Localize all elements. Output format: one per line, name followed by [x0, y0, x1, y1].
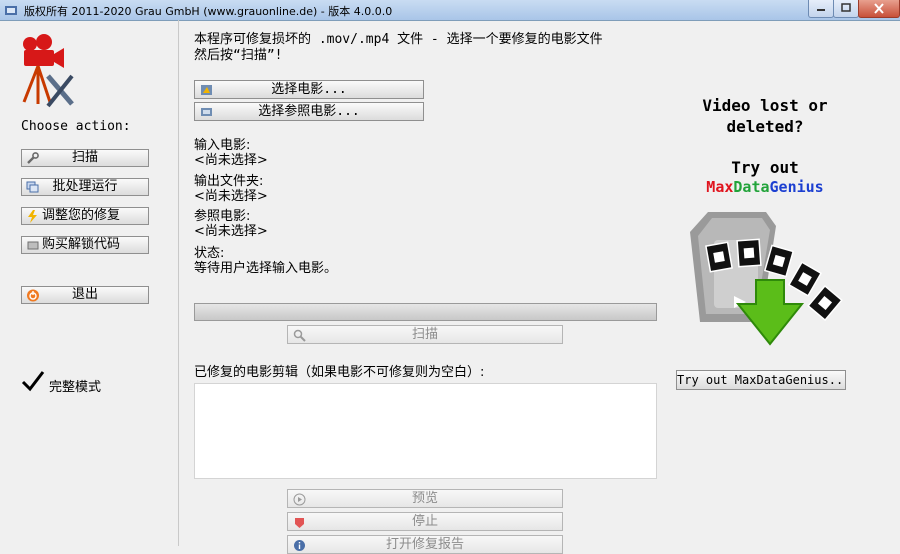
close-button[interactable]	[858, 0, 900, 18]
minimize-button[interactable]	[808, 0, 834, 18]
scan-action-button[interactable]: 扫描	[21, 149, 149, 167]
close-icon	[874, 3, 884, 14]
ad-headline: Video lost or deleted?	[690, 95, 840, 137]
try-maxdatagenius-button[interactable]: Try out MaxDataGenius...	[676, 370, 846, 390]
recovery-drive-film-icon	[690, 212, 843, 346]
checkmark-icon	[21, 371, 45, 392]
minimize-icon	[817, 9, 825, 11]
brand-data: Data	[733, 178, 770, 196]
app-icon	[5, 6, 17, 15]
adjust-repair-label: 调整您的修复	[42, 208, 121, 223]
brand-max: Max	[706, 178, 734, 196]
repaired-clip-label: 已修复的电影剪辑（如果电影不可修复则为空白）:	[194, 365, 485, 380]
window-title: 版权所有 2011-2020 Grau GmbH (www.grauonline…	[24, 5, 393, 18]
select-reference-button[interactable]: 选择参照电影...	[194, 102, 424, 121]
brand-genius: Genius	[769, 178, 824, 196]
scan-action-label: 扫描	[71, 150, 98, 165]
exit-button[interactable]: 退出	[21, 286, 149, 304]
output-folder-value: <尚未选择>	[194, 189, 268, 204]
maximize-icon	[841, 3, 851, 12]
ad-headline-line2: deleted?	[726, 117, 804, 136]
preview-button[interactable]: 预览	[287, 489, 563, 508]
sidebar: Choose action: 扫描 批处理运行 调整您的修复 购买解锁代码 退出…	[0, 20, 179, 546]
full-mode-label: 完整模式	[49, 380, 102, 395]
buy-unlock-code-label: 购买解锁代码	[42, 237, 121, 252]
ad-headline-line1: Video lost or	[702, 96, 828, 115]
output-folder-label: 输出文件夹:	[194, 174, 264, 189]
progress-bar	[194, 303, 657, 321]
instructions-text: 本程序可修复损坏的 .mov/.mp4 文件 - 选择一个要修复的电影文件 然后…	[194, 32, 603, 63]
input-movie-value: <尚未选择>	[194, 153, 268, 168]
ad-brand: MaxDataGenius	[690, 178, 840, 196]
stop-button[interactable]: 停止	[287, 512, 563, 531]
repaired-clip-area[interactable]	[194, 383, 657, 479]
open-report-button[interactable]: 打开修复报告	[287, 535, 563, 554]
choose-action-label: Choose action:	[21, 119, 131, 134]
open-report-label: 打开修复报告	[385, 537, 464, 552]
reference-movie-value: <尚未选择>	[194, 224, 268, 239]
status-label: 状态:	[194, 246, 225, 261]
batch-run-label: 批处理运行	[52, 179, 118, 194]
preview-button-label: 预览	[411, 491, 438, 506]
status-value: 等待用户选择输入电影。	[194, 261, 338, 276]
select-reference-label: 选择参照电影...	[258, 104, 360, 119]
ad-try-out: Try out	[731, 158, 799, 177]
stop-button-label: 停止	[411, 514, 438, 529]
batch-run-button[interactable]: 批处理运行	[21, 178, 149, 196]
reference-movie-label: 参照电影:	[194, 209, 251, 224]
buy-unlock-code-button[interactable]: 购买解锁代码	[21, 236, 149, 254]
cart-icon	[27, 241, 39, 250]
scan-button[interactable]: 扫描	[287, 325, 563, 344]
camera-tools-logo-icon	[22, 34, 74, 108]
scan-button-label: 扫描	[411, 327, 438, 342]
adjust-repair-button[interactable]: 调整您的修复	[21, 207, 149, 225]
exit-label: 退出	[71, 287, 98, 302]
title-bar: 版权所有 2011-2020 Grau GmbH (www.grauonline…	[0, 0, 900, 21]
maximize-button[interactable]	[833, 0, 859, 18]
input-movie-label: 输入电影:	[194, 138, 251, 153]
lightning-icon	[28, 210, 37, 223]
select-movie-button[interactable]: 选择电影...	[194, 80, 424, 99]
select-movie-label: 选择电影...	[271, 82, 347, 97]
